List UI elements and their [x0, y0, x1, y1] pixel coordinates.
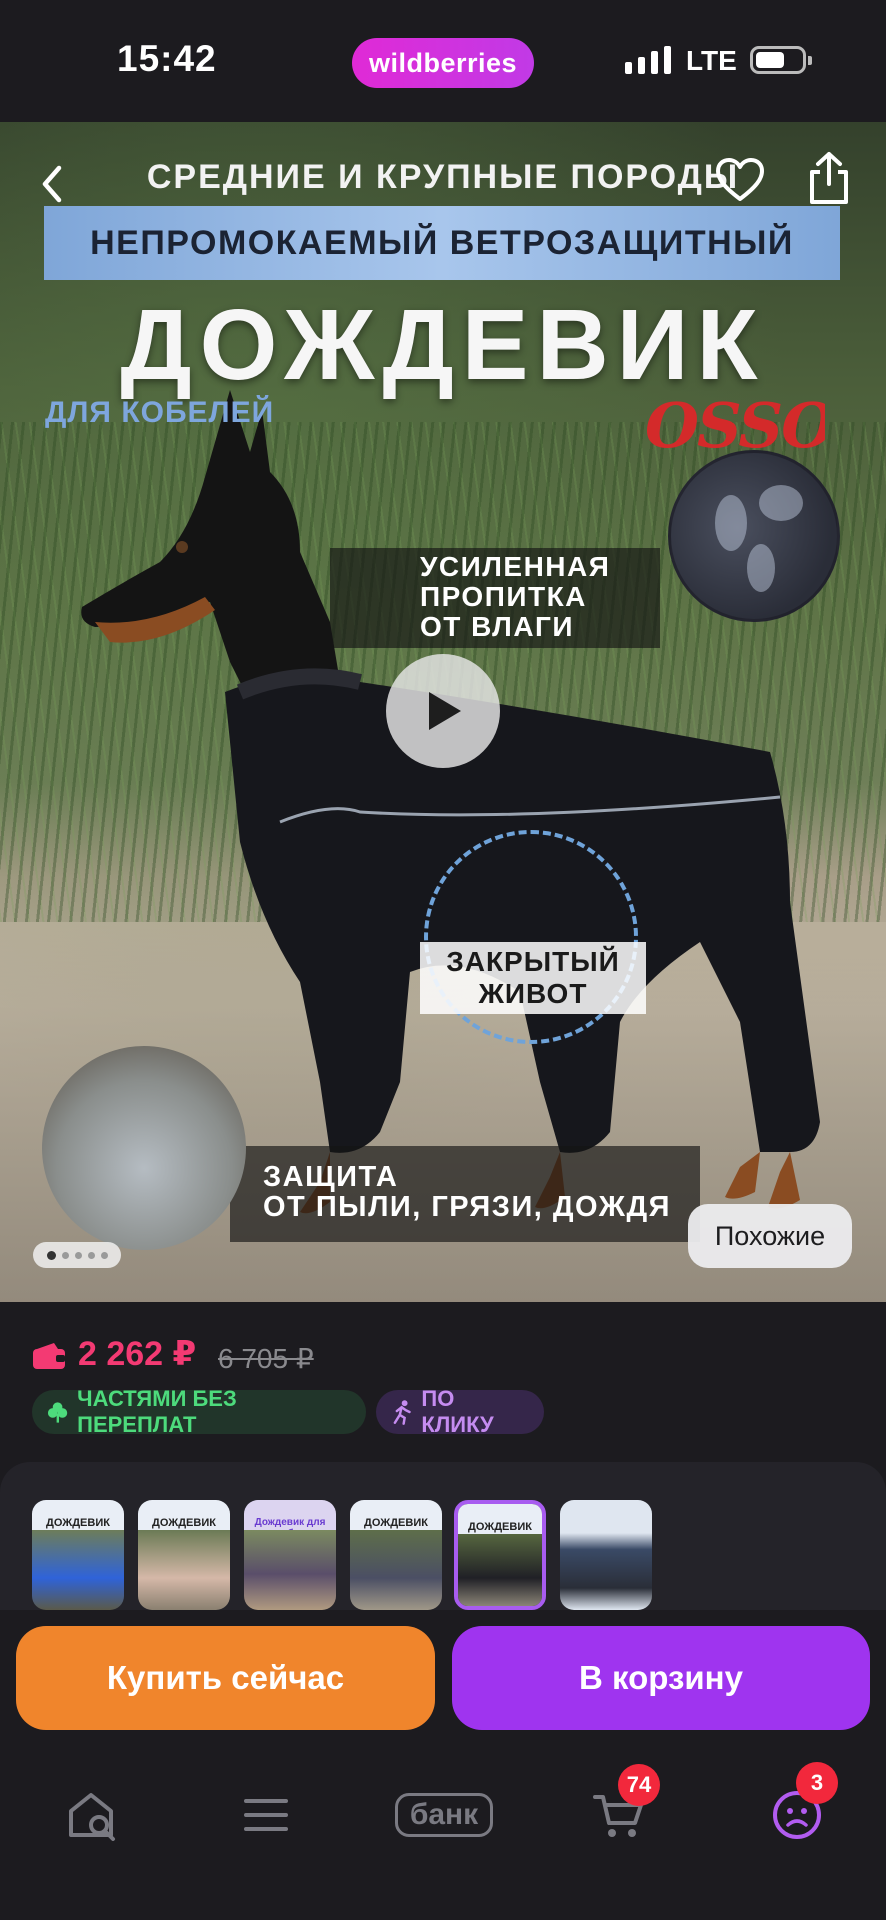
- similar-button[interactable]: Похожие: [688, 1204, 852, 1268]
- thumbnail-5-active[interactable]: ДОЖДЕВИК: [454, 1500, 546, 1610]
- bottom-navigation: банк 74 3: [0, 1740, 886, 1920]
- profile-badge: 3: [796, 1762, 838, 1804]
- one-click-chip[interactable]: ПО КЛИКУ: [376, 1386, 544, 1437]
- pager-dot: [100, 1251, 108, 1259]
- nav-home[interactable]: [58, 1780, 128, 1850]
- thumbnail-6[interactable]: [560, 1500, 652, 1610]
- battery-icon: [750, 46, 812, 74]
- add-to-cart-button[interactable]: В корзину: [452, 1626, 870, 1730]
- pager-dot-active: [46, 1250, 56, 1260]
- mud-puddle-closeup: [42, 1046, 246, 1250]
- installments-chip[interactable]: ЧАСТЯМИ БЕЗ ПЕРЕПЛАТ: [32, 1386, 366, 1437]
- brand-pill[interactable]: wildberries: [352, 38, 534, 88]
- image-banner: НЕПРОМОКАЕМЫЙ ВЕТРОЗАЩИТНЫЙ: [44, 206, 840, 280]
- price-section: 2 262 ₽ 6 705 ₽ ЧАСТЯМИ БЕЗ ПЕРЕПЛАТ ПО …: [0, 1302, 886, 1462]
- water-drop-icon: [715, 485, 803, 592]
- purchase-actions: Купить сейчас В корзину: [0, 1610, 886, 1740]
- thumbnail-3[interactable]: Дождевик для собак: [244, 1500, 336, 1610]
- cart-badge: 74: [618, 1764, 660, 1806]
- clover-icon: [47, 1402, 68, 1423]
- play-icon: [429, 692, 461, 730]
- installments-label: ЧАСТЯМИ БЕЗ ПЕРЕПЛАТ: [77, 1386, 237, 1437]
- home-search-icon: [69, 1793, 115, 1841]
- current-price: 2 262 ₽: [78, 1335, 197, 1373]
- thumbnail-strip: ДОЖДЕВИК ДОЖДЕВИК Дождевик для собак ДОЖ…: [0, 1462, 886, 1632]
- product-image[interactable]: СРЕДНИЕ И КРУПНЫЕ ПОРОДЫ НЕПРОМОКАЕМЫЙ В…: [0, 122, 886, 1302]
- image-product-word: ДОЖДЕВИК: [120, 289, 766, 401]
- pager-dot: [61, 1251, 69, 1259]
- feature-moisture-protection: УСИЛЕННАЯ ПРОПИТКА ОТ ВЛАГИ: [330, 548, 660, 648]
- feature-dirt-protection: ЗАЩИТА ОТ ПЫЛИ, ГРЯЗИ, ДОЖДЯ: [230, 1146, 700, 1242]
- back-button[interactable]: [30, 156, 74, 212]
- thumbnail-1[interactable]: ДОЖДЕВИК: [32, 1500, 124, 1610]
- bank-icon: банк: [394, 1793, 494, 1837]
- chevron-left-icon: [42, 165, 62, 203]
- feature-closed-belly: ЗАКРЫТЫЙ ЖИВОТ: [420, 942, 646, 1014]
- thumbnail-image: [32, 1530, 124, 1610]
- thumbnail-image: [560, 1500, 652, 1610]
- pager-dot: [87, 1251, 95, 1259]
- thumbnail-image: [458, 1534, 542, 1606]
- network-type: LTE: [686, 45, 737, 76]
- thumbnail-image: [350, 1530, 442, 1610]
- feature-1-line-1: УСИЛЕННАЯ: [420, 551, 611, 582]
- share-button[interactable]: [806, 150, 858, 210]
- status-bar: 15:42 wildberries LTE: [0, 0, 886, 122]
- feature-2-line-1: ЗАКРЫТЫЙ: [446, 946, 620, 977]
- thumbnail-4[interactable]: ДОЖДЕВИК: [350, 1500, 442, 1610]
- nav-catalog[interactable]: [231, 1780, 301, 1850]
- one-click-label: ПО КЛИКУ: [421, 1386, 494, 1437]
- buy-now-button[interactable]: Купить сейчас: [16, 1626, 435, 1730]
- thumbnail-image: [244, 1530, 336, 1610]
- play-video-button[interactable]: [386, 654, 500, 768]
- menu-icon: [244, 1799, 288, 1831]
- water-drops-closeup: [668, 450, 840, 622]
- feature-1-line-2: ПРОПИТКА: [420, 581, 587, 612]
- feature-3-line-1: ЗАЩИТА: [263, 1161, 399, 1193]
- signal-icon: [625, 46, 671, 74]
- feature-3-line-2: ОТ ПЫЛИ, ГРЯЗИ, ДОЖДЯ: [263, 1191, 671, 1223]
- old-price: 6 705 ₽: [218, 1343, 314, 1374]
- nav-bank[interactable]: банк: [384, 1780, 504, 1850]
- heart-icon: [716, 158, 764, 201]
- thumbnail-image: [138, 1530, 230, 1610]
- thumbnail-title: ДОЖДЕВИК: [364, 1517, 428, 1529]
- thumbnail-2[interactable]: ДОЖДЕВИК: [138, 1500, 230, 1610]
- feature-2-line-2: ЖИВОТ: [478, 978, 588, 1009]
- running-person-icon: [393, 1400, 411, 1425]
- favorite-button[interactable]: [714, 156, 766, 212]
- image-for-males-label: ДЛЯ КОБЕЛЕЙ: [45, 396, 275, 429]
- feature-1-line-3: ОТ ВЛАГИ: [420, 611, 575, 642]
- image-pager: [33, 1242, 121, 1268]
- thumbnail-title: ДОЖДЕВИК: [46, 1517, 110, 1529]
- share-icon: [810, 152, 848, 204]
- pager-dot: [74, 1251, 82, 1259]
- thumbnail-title: ДОЖДЕВИК: [468, 1521, 532, 1533]
- thumbnail-title: ДОЖДЕВИК: [152, 1517, 216, 1529]
- status-time: 15:42: [117, 38, 217, 79]
- wallet-icon: [33, 1343, 65, 1369]
